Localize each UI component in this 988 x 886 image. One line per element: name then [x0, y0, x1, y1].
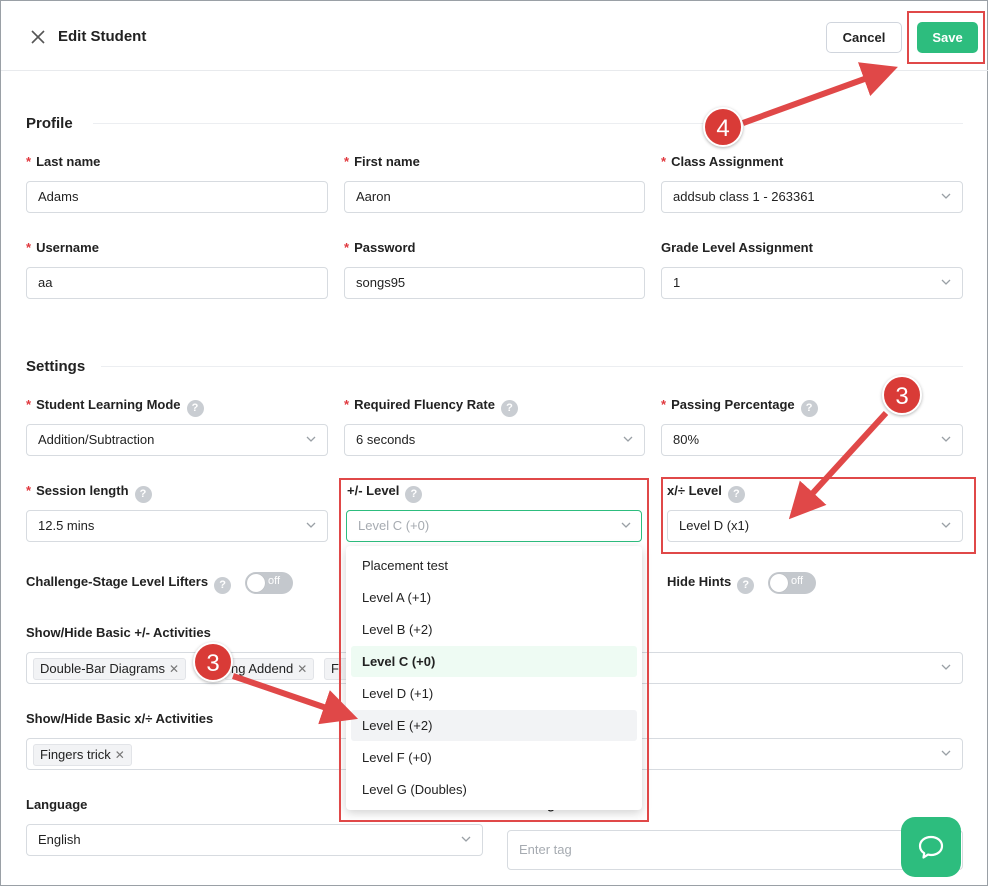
help-icon[interactable]: ?: [214, 577, 232, 594]
language-label: Language: [26, 797, 88, 812]
tag-input[interactable]: Enter tag: [507, 830, 963, 870]
arrow-to-save: [741, 62, 898, 126]
activity-tag[interactable]: ng Addend ✕: [224, 658, 315, 680]
session-length-select[interactable]: 12.5 mins: [26, 510, 328, 542]
section-divider: [101, 366, 963, 367]
chat-icon: [918, 835, 944, 859]
app-frame: Edit Student Cancel Save Profile * Last n…: [0, 0, 988, 886]
highlight-muldiv-level: [661, 477, 976, 554]
step-badge: 3: [193, 642, 233, 682]
page-title: Edit Student: [58, 28, 147, 45]
help-icon[interactable]: ?: [737, 577, 755, 594]
passing-percentage-label: * Passing Percentage?: [661, 397, 818, 417]
learning-mode-select[interactable]: Addition/Subtraction: [26, 424, 328, 456]
session-length-label: * Session length?: [26, 483, 152, 503]
chevron-down-icon: [306, 436, 316, 442]
basic-addsub-label: Show/Hide Basic +/- Activities: [26, 625, 211, 640]
username-label: * Username: [26, 240, 99, 255]
hide-hints-toggle[interactable]: off: [768, 572, 816, 594]
remove-tag-icon[interactable]: ✕: [115, 748, 125, 762]
chevron-down-icon: [461, 836, 471, 842]
step-badge: 3: [882, 375, 922, 415]
basic-muldiv-label: Show/Hide Basic x/÷ Activities: [26, 711, 214, 726]
cancel-button[interactable]: Cancel: [826, 22, 902, 53]
grade-level-label: Grade Level Assignment: [661, 240, 813, 255]
first-name-input[interactable]: Aaron: [344, 181, 645, 213]
profile-section-title: Profile: [26, 115, 73, 132]
header: Edit Student Cancel Save: [1, 1, 988, 71]
password-label: * Password: [344, 240, 416, 255]
settings-section-title: Settings: [26, 358, 86, 375]
passing-percentage-select[interactable]: 80%: [661, 424, 963, 456]
activity-tag[interactable]: Fingers trick ✕: [33, 744, 132, 766]
challenge-lifters-label: Challenge-Stage Level Lifters?: [26, 574, 232, 594]
language-select[interactable]: English: [26, 824, 483, 856]
chevron-down-icon: [941, 193, 951, 199]
last-name-label: * Last name: [26, 154, 101, 169]
chevron-down-icon: [623, 436, 633, 442]
help-icon[interactable]: ?: [134, 486, 152, 503]
class-assignment-select[interactable]: addsub class 1 - 263361: [661, 181, 963, 213]
remove-tag-icon[interactable]: ✕: [169, 662, 179, 676]
fluency-rate-label: * Required Fluency Rate?: [344, 397, 518, 417]
learning-mode-label: * Student Learning Mode?: [26, 397, 204, 417]
chevron-down-icon: [941, 436, 951, 442]
help-icon[interactable]: ?: [500, 400, 518, 417]
step-badge: 4: [703, 107, 743, 147]
class-assignment-label: * Class Assignment: [661, 154, 784, 169]
password-input[interactable]: songs95: [344, 267, 645, 299]
activity-tag[interactable]: Double-Bar Diagrams ✕: [33, 658, 187, 680]
chevron-down-icon: [306, 522, 316, 528]
grade-level-select[interactable]: 1: [661, 267, 963, 299]
highlight-save: [907, 11, 985, 64]
chevron-down-icon: [941, 279, 951, 285]
chevron-down-icon: [941, 664, 951, 670]
chat-button[interactable]: [901, 817, 961, 877]
hide-hints-label: Hide Hints?: [667, 574, 755, 594]
help-icon[interactable]: ?: [186, 400, 204, 417]
section-divider: [93, 123, 963, 124]
first-name-label: * First name: [344, 154, 420, 169]
last-name-input[interactable]: Adams: [26, 181, 328, 213]
remove-tag-icon[interactable]: ✕: [297, 662, 307, 676]
username-input[interactable]: aa: [26, 267, 328, 299]
highlight-addsub-level: [339, 478, 649, 822]
fluency-rate-select[interactable]: 6 seconds: [344, 424, 645, 456]
help-icon[interactable]: ?: [800, 400, 818, 417]
challenge-lifters-toggle[interactable]: off: [245, 572, 293, 594]
chevron-down-icon: [941, 750, 951, 756]
close-icon[interactable]: [29, 28, 47, 46]
